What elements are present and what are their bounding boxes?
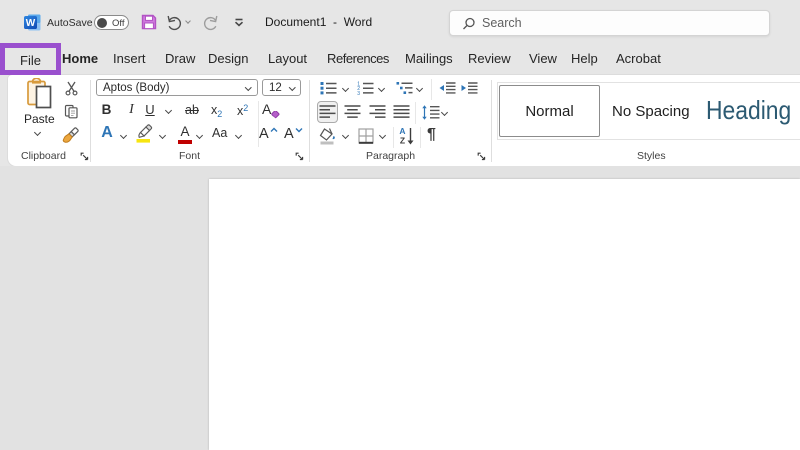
svg-text:A: A (399, 126, 405, 136)
svg-text:W: W (26, 18, 36, 29)
svg-text:Z: Z (400, 136, 405, 146)
svg-text:3: 3 (357, 91, 360, 95)
